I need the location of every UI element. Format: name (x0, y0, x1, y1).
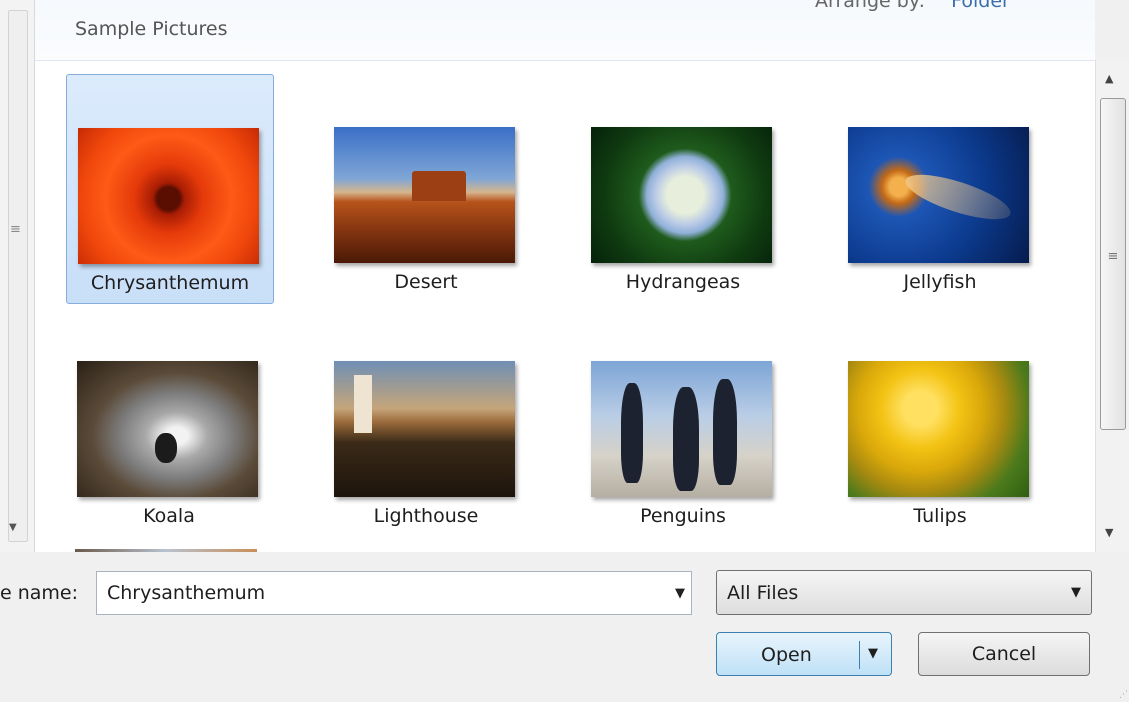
lighthouse-tower-shape (354, 375, 372, 433)
file-name-caption: Hydrangeas (625, 271, 741, 293)
penguin-shape (621, 383, 643, 483)
chevron-down-icon[interactable]: ▼ (868, 646, 878, 661)
library-header: Sample Pictures Arrange by: Folder (35, 0, 1095, 61)
chevron-down-icon[interactable]: ▼ (675, 586, 685, 601)
file-tile-desert[interactable]: Desert (323, 74, 529, 302)
chrysanthemum-thumbnail (78, 128, 259, 264)
file-name-input[interactable]: Chrysanthemum (107, 582, 265, 604)
penguin-shape (673, 387, 699, 491)
navigation-pane-edge: ≡ ▼ (0, 0, 35, 552)
file-type-value: All Files (727, 582, 799, 604)
file-name-caption: Tulips (913, 505, 967, 527)
file-tile-koala[interactable]: Koala (66, 308, 272, 536)
arrange-by-label: Arrange by: (815, 0, 926, 12)
library-title: Sample Pictures (75, 18, 228, 40)
file-name-caption: Chrysanthemum (90, 272, 250, 294)
hydrangeas-thumbnail (591, 127, 772, 263)
scroll-grip-icon: ≡ (1107, 249, 1119, 264)
penguins-thumbnail (591, 361, 772, 497)
scrollbar-thumb[interactable]: ≡ (1100, 98, 1126, 430)
penguin-shape (713, 379, 737, 485)
next-row-thumbnail-peek (75, 549, 257, 552)
file-name-caption: Lighthouse (373, 505, 479, 527)
split-button-divider (859, 641, 860, 669)
file-list-scrollbar[interactable]: ▲ ≡ ▼ (1095, 60, 1129, 552)
arrange-by-dropdown[interactable]: Folder (951, 0, 1010, 12)
file-tile-tulips[interactable]: Tulips (837, 308, 1043, 536)
navigation-pane-scrollbar[interactable] (8, 10, 28, 542)
file-tile-chrysanthemum[interactable]: Chrysanthemum (66, 74, 274, 304)
file-tile-lighthouse[interactable]: Lighthouse (323, 308, 529, 536)
file-name-caption: Penguins (640, 505, 726, 527)
file-type-dropdown[interactable]: All Files ▼ (716, 570, 1092, 615)
open-button[interactable]: Open ▼ (716, 632, 892, 676)
koala-thumbnail (77, 361, 258, 497)
koala-nose-shape (155, 433, 177, 463)
jellyfish-thumbnail (848, 127, 1029, 263)
scroll-down-arrow-icon[interactable]: ▼ (9, 522, 17, 533)
file-name-caption: Jellyfish (903, 271, 977, 293)
open-button-label: Open (761, 644, 812, 666)
desert-thumbnail (334, 127, 515, 263)
scroll-down-arrow-icon[interactable]: ▼ (1105, 526, 1113, 539)
lighthouse-thumbnail (334, 361, 515, 497)
scroll-grip-icon: ≡ (10, 222, 21, 237)
jellyfish-trail-shape (901, 165, 1015, 229)
file-tile-jellyfish[interactable]: Jellyfish (837, 74, 1043, 302)
file-name-label: e name: (0, 582, 79, 604)
file-name-caption: Koala (143, 505, 195, 527)
arrange-by: Arrange by: Folder (815, 0, 1010, 12)
resize-grip-icon[interactable]: ⋰ (1119, 690, 1128, 700)
tulips-thumbnail (848, 361, 1029, 497)
file-name-combobox[interactable]: Chrysanthemum ▼ (96, 571, 692, 615)
file-tile-penguins[interactable]: Penguins (580, 308, 786, 536)
mesa-shape (412, 171, 466, 201)
file-list-view[interactable]: Sample Pictures Arrange by: Folder Chrys… (35, 0, 1095, 552)
chevron-down-icon[interactable]: ▼ (1071, 585, 1081, 600)
cancel-button[interactable]: Cancel (918, 632, 1090, 676)
scroll-up-arrow-icon[interactable]: ▲ (1105, 72, 1113, 85)
file-name-caption: Desert (394, 271, 458, 293)
file-tile-hydrangeas[interactable]: Hydrangeas (580, 74, 786, 302)
